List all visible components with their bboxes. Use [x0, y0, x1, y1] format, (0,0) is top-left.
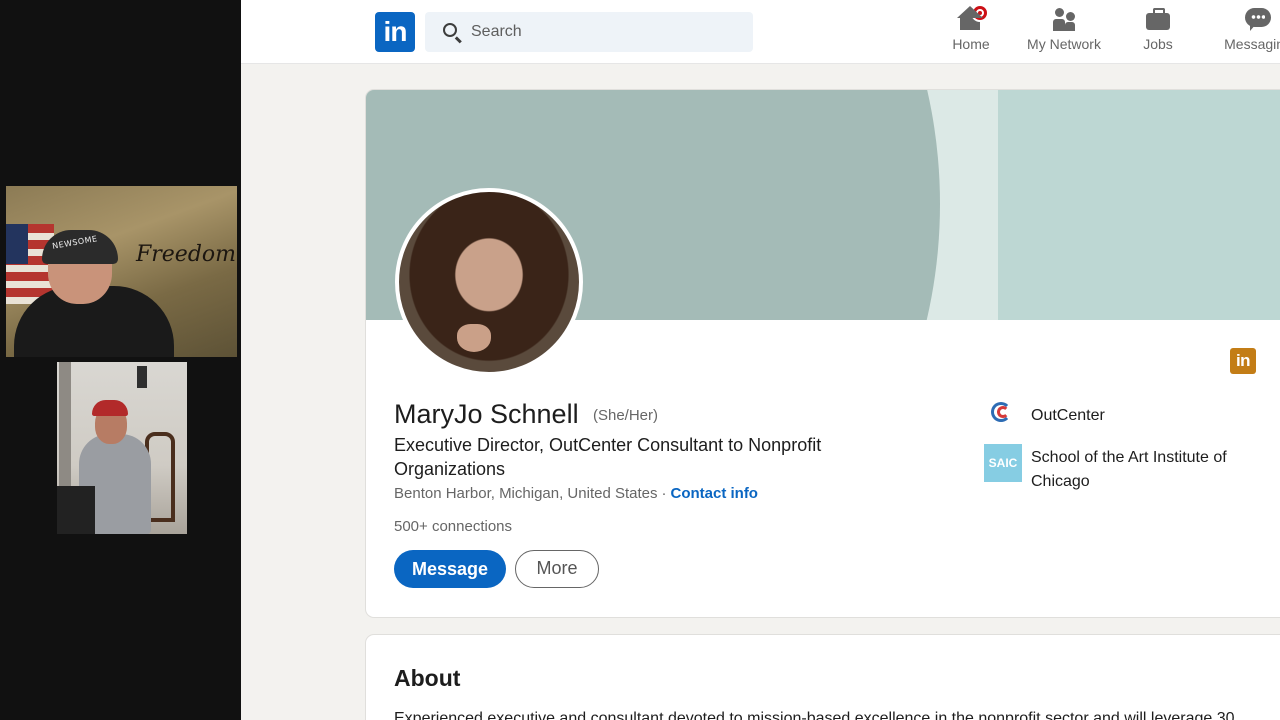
background-overlay-text: Freedom: [136, 242, 237, 267]
participant-video-2: [57, 362, 187, 534]
nav-home[interactable]: Home: [943, 4, 999, 60]
participant-video-1: NEWSOME Freedom: [6, 186, 237, 357]
saic-logo: SAIC: [984, 444, 1022, 482]
nav-messaging[interactable]: Messaging: [1213, 6, 1280, 60]
company-name: OutCenter: [1031, 407, 1105, 424]
separator: ·: [661, 485, 667, 502]
home-icon: [957, 4, 989, 32]
profile-photo[interactable]: [395, 188, 583, 376]
nav-messaging-label: Messaging: [1224, 36, 1280, 52]
search-input[interactable]: Search: [425, 12, 753, 52]
search-icon: [443, 23, 457, 37]
contact-info-link[interactable]: Contact info: [670, 485, 758, 502]
outcenter-logo: [984, 400, 1022, 428]
linkedin-premium-icon[interactable]: in: [1230, 348, 1256, 374]
school-name: School of the Art Institute of Chicago: [1031, 449, 1227, 490]
about-section: About Experienced executive and consulta…: [366, 635, 1280, 720]
linkedin-page: in Search Home My Network Jobs Messaging: [241, 0, 1280, 720]
profile-headline: Executive Director, OutCenter Consultant…: [394, 435, 822, 479]
about-text: Experienced executive and consultant dev…: [394, 710, 1235, 720]
baseball-cap: [92, 400, 128, 416]
laptop: [57, 486, 95, 534]
nav-home-label: Home: [952, 36, 990, 52]
nav-my-network[interactable]: My Network: [1021, 6, 1107, 60]
search-placeholder: Search: [471, 23, 522, 40]
profile-location: Benton Harbor, Michigan, United States: [394, 485, 658, 502]
nav-jobs[interactable]: Jobs: [1133, 6, 1183, 60]
profile-pronouns: (She/Her): [593, 407, 659, 424]
profile-name: MaryJo Schnell: [394, 399, 579, 429]
more-button[interactable]: More: [515, 550, 599, 588]
nav-jobs-label: Jobs: [1143, 36, 1173, 52]
linkedin-logo[interactable]: in: [375, 12, 415, 52]
connections-count[interactable]: 500+ connections: [394, 518, 512, 535]
briefcase-icon: [1144, 6, 1172, 32]
wall-sconce: [137, 366, 147, 388]
video-participant-strip: NEWSOME Freedom: [0, 0, 241, 720]
message-button[interactable]: Message: [394, 550, 506, 588]
profile-top-card: in MaryJo Schnell (She/Her) Executive Di…: [366, 90, 1280, 617]
about-title: About: [394, 665, 461, 691]
global-nav: in Search Home My Network Jobs Messaging: [241, 0, 1280, 64]
network-icon: [1050, 6, 1078, 32]
nav-my-network-label: My Network: [1027, 36, 1101, 52]
profile-location-row: Benton Harbor, Michigan, United States · C…: [394, 485, 758, 502]
messaging-icon: [1244, 6, 1272, 32]
notification-badge: [971, 4, 989, 22]
